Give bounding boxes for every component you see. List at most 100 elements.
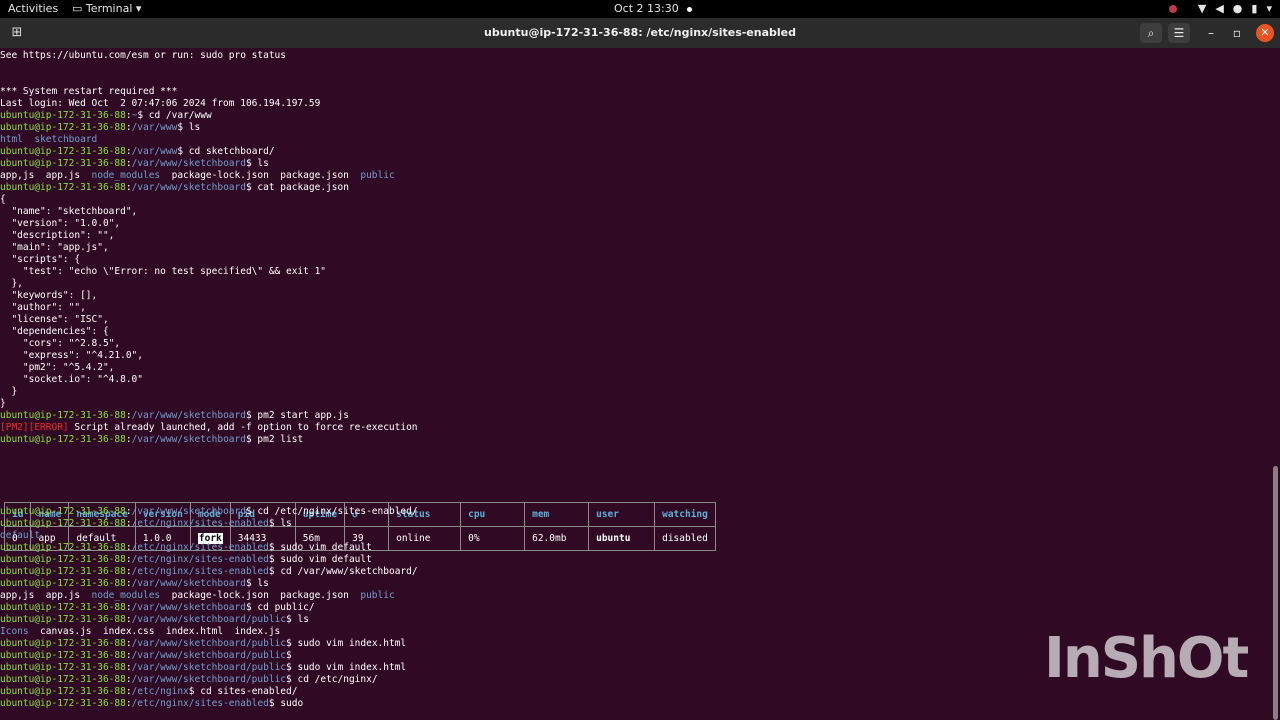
output-line: *** System restart required ***: [0, 86, 178, 97]
prompt-user: ubuntu@ip-172-31-36-88: [0, 674, 126, 685]
status-badge: online: [388, 526, 462, 551]
window-title: ubuntu@ip-172-31-36-88: /etc/nginx/sites…: [483, 26, 796, 39]
dir-entry: public: [360, 170, 395, 181]
prompt-line: ubuntu@ip-172-31-36-88:/etc/nginx/sites-…: [0, 542, 372, 553]
prompt-user: ubuntu@ip-172-31-36-88: [0, 554, 126, 565]
prompt-path: /etc/nginx/sites-enabled: [131, 698, 269, 709]
table-cell-mem: 62.0mb: [524, 526, 590, 551]
command-text: ls: [257, 578, 269, 589]
prompt-path: /var/www/sketchboard: [131, 182, 246, 193]
command-text: sudo vim index.html: [297, 662, 407, 673]
close-icon[interactable]: ✕: [1256, 24, 1274, 42]
activities-button[interactable]: Activities: [8, 0, 58, 18]
dir-entry: Icons: [0, 626, 29, 637]
dir-entry: sketchboard: [34, 134, 98, 145]
microphone-icon: ●: [1232, 2, 1243, 15]
maximize-icon[interactable]: ▫: [1228, 23, 1246, 43]
prompt-path: /var/www/sketchboard: [131, 410, 246, 421]
file-entry: app,js app.js: [0, 590, 92, 601]
json-line: "dependencies": {: [0, 326, 109, 337]
prompt-user: ubuntu@ip-172-31-36-88: [0, 566, 126, 577]
prompt-line: ubuntu@ip-172-31-36-88:/var/www/sketchbo…: [0, 578, 269, 589]
prompt-path: /etc/nginx/sites-enabled: [131, 542, 269, 553]
json-line: "name": "sketchboard",: [0, 206, 138, 217]
prompt-path: /var/www/sketchboard: [131, 602, 246, 613]
prompt-path: /etc/nginx/sites-enabled: [131, 518, 269, 529]
prompt-user: ubuntu@ip-172-31-36-88: [0, 110, 126, 121]
clock-label: Oct 2 13:30: [614, 2, 679, 15]
prompt-line: ubuntu@ip-172-31-36-88:/etc/nginx/sites-…: [0, 566, 418, 577]
file-entry: package-lock.json package.json: [160, 170, 361, 181]
prompt-path: /etc/nginx: [131, 686, 189, 697]
prompt-path: /etc/nginx/sites-enabled: [131, 554, 269, 565]
json-line: "cors": "^2.8.5",: [0, 338, 121, 349]
prompt-user: ubuntu@ip-172-31-36-88: [0, 602, 126, 613]
error-message: Script already launched, add -f option t…: [68, 422, 418, 433]
command-text: cd /var/www/sketchboard/: [280, 566, 418, 577]
command-text: ls: [257, 158, 269, 169]
dir-entry: html: [0, 134, 23, 145]
prompt-line: ubuntu@ip-172-31-36-88:/var/www/sketchbo…: [0, 614, 309, 625]
command-text: cd /etc/nginx/: [297, 674, 378, 685]
json-line: "license": "ISC",: [0, 314, 109, 325]
table-cell-cpu: 0%: [460, 526, 526, 551]
prompt-path: /var/www/sketchboard: [131, 158, 246, 169]
search-icon[interactable]: ⌕: [1140, 23, 1162, 43]
json-line: "scripts": {: [0, 254, 81, 265]
dir-entry: node_modules: [91, 170, 161, 181]
prompt-line: ubuntu@ip-172-31-36-88:/var/www/sketchbo…: [0, 662, 407, 673]
output-line: app,js app.js node_modules package-lock.…: [0, 170, 395, 182]
prompt-user: ubuntu@ip-172-31-36-88: [0, 614, 126, 625]
prompt-line: ubuntu@ip-172-31-36-88:/var/www/sketchbo…: [0, 434, 304, 445]
json-line: {: [0, 194, 6, 205]
table-header-cell: cpu: [460, 502, 526, 527]
command-text: cat package.json: [257, 182, 349, 193]
prompt-line: ubuntu@ip-172-31-36-88:/var/www/sketchbo…: [0, 158, 269, 169]
command-input[interactable]: sudo: [280, 698, 303, 709]
dir-entry: default: [0, 530, 41, 541]
terminal-output[interactable]: See https://ubuntu.com/esm or run: sudo …: [0, 50, 1266, 720]
prompt-line: ubuntu@ip-172-31-36-88:/etc/nginx$ cd si…: [0, 686, 298, 697]
command-text: cd /var/www: [148, 110, 212, 121]
table-cell-user: ubuntu: [588, 526, 656, 551]
command-text: ls: [280, 518, 292, 529]
wifi-icon: ▼: [1197, 2, 1207, 15]
output-line: app,js app.js node_modules package-lock.…: [0, 590, 395, 602]
window-title-bar[interactable]: ⊞ ubuntu@ip-172-31-36-88: /etc/nginx/sit…: [0, 18, 1280, 48]
prompt-user: ubuntu@ip-172-31-36-88: [0, 698, 126, 709]
prompt-user: ubuntu@ip-172-31-36-88: [0, 434, 126, 445]
prompt-user: ubuntu@ip-172-31-36-88: [0, 686, 126, 697]
output-line: See https://ubuntu.com/esm or run: sudo …: [0, 50, 286, 61]
prompt-line: ubuntu@ip-172-31-36-88:/var/www/sketchbo…: [0, 638, 407, 649]
system-tray[interactable]: ▼ ◀ ● ▮ ▾: [1168, 0, 1272, 18]
prompt-line: ubuntu@ip-172-31-36-88:/var/www/sketchbo…: [0, 506, 418, 517]
app-menu[interactable]: ▭ Terminal ▾: [72, 0, 141, 18]
notification-dot-icon: [686, 6, 692, 12]
terminal-scrollbar[interactable]: [1270, 50, 1280, 720]
record-indicator-icon: [1168, 5, 1177, 13]
prompt-line-current[interactable]: ubuntu@ip-172-31-36-88:/etc/nginx/sites-…: [0, 698, 303, 710]
inshot-watermark: InShOt: [1044, 626, 1249, 691]
error-line: [PM2][ERROR] Script already launched, ad…: [0, 422, 418, 434]
hamburger-menu-icon[interactable]: ☰: [1168, 23, 1190, 43]
prompt-user: ubuntu@ip-172-31-36-88: [0, 650, 126, 661]
minimize-icon[interactable]: –: [1202, 23, 1220, 43]
power-menu-icon: ▾: [1266, 2, 1272, 15]
clock[interactable]: Oct 2 13:30: [614, 0, 692, 18]
prompt-line: ubuntu@ip-172-31-36-88:/var/www$ ls: [0, 122, 201, 133]
prompt-path: /var/www/sketchboard/public: [131, 638, 287, 649]
prompt-path: /var/www: [131, 122, 178, 133]
command-text: ls: [297, 614, 309, 625]
prompt-user: ubuntu@ip-172-31-36-88: [0, 158, 126, 169]
json-line: "express": "^4.21.0",: [0, 350, 143, 361]
prompt-line: ubuntu@ip-172-31-36-88:/etc/nginx/sites-…: [0, 518, 292, 529]
prompt-user: ubuntu@ip-172-31-36-88: [0, 506, 126, 517]
json-line: "author": "",: [0, 302, 86, 313]
prompt-user: ubuntu@ip-172-31-36-88: [0, 662, 126, 673]
command-text: cd public/: [257, 602, 315, 613]
battery-icon: ▮: [1251, 2, 1258, 15]
volume-icon: ◀: [1215, 2, 1224, 15]
table-cell-watching: disabled: [654, 526, 716, 551]
scrollbar-thumb[interactable]: [1273, 466, 1278, 720]
json-line: "pm2": "^5.4.2",: [0, 362, 115, 373]
